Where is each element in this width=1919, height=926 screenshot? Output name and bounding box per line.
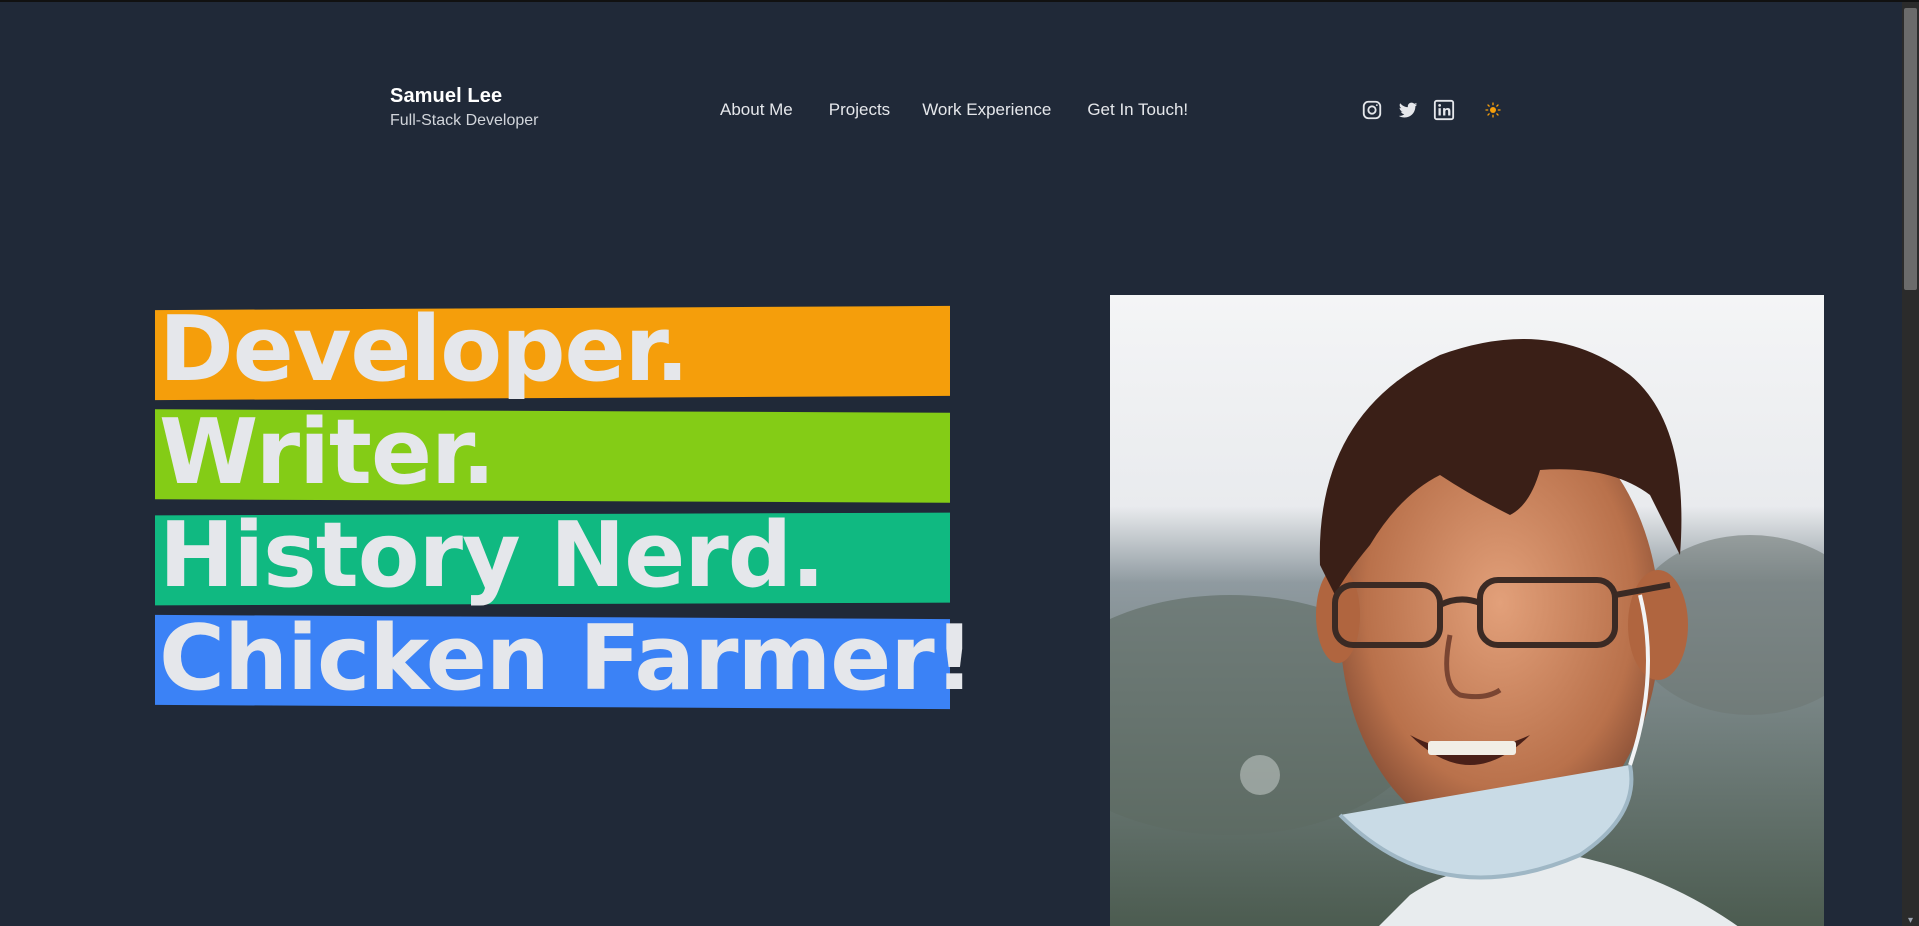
brand-name: Samuel Lee [390,85,503,107]
hero-line-writer: Writer. [155,400,955,505]
profile-photo [1110,295,1824,926]
hero-line-developer: Developer. [155,297,955,402]
instagram-icon[interactable] [1360,98,1384,122]
hero-word: History Nerd. [159,503,825,608]
scrollbar-thumb[interactable] [1904,8,1917,290]
brand[interactable]: Samuel Lee Full-Stack Developer [390,84,539,131]
main-nav: About Me Projects Work Experience Get In… [720,98,1224,122]
nav-work-experience[interactable]: Work Experience [922,98,1051,122]
hero-word: Developer. [159,297,689,402]
scroll-down-arrow-icon[interactable]: ▾ [1905,916,1916,926]
hero-word: Writer. [159,400,496,505]
brand-role: Full-Stack Developer [390,112,539,129]
hero-line-chicken-farmer: Chicken Farmer! [155,609,975,710]
hero-line-history-nerd: History Nerd. [155,503,955,608]
page-scrollbar[interactable]: ▾ [1902,2,1919,926]
nav-projects[interactable]: Projects [829,98,890,122]
hero-headline: Developer. Writer. History Nerd. Chicken… [155,297,975,714]
nav-about-me[interactable]: About Me [720,98,793,122]
social-links [1360,98,1504,122]
linkedin-icon[interactable] [1432,98,1456,122]
nav-get-in-touch[interactable]: Get In Touch! [1087,98,1188,122]
page: Samuel Lee Full-Stack Developer About Me… [0,0,1919,926]
sun-icon[interactable] [1482,99,1504,121]
twitter-icon[interactable] [1396,98,1420,122]
hero-word: Chicken Farmer! [159,606,975,711]
